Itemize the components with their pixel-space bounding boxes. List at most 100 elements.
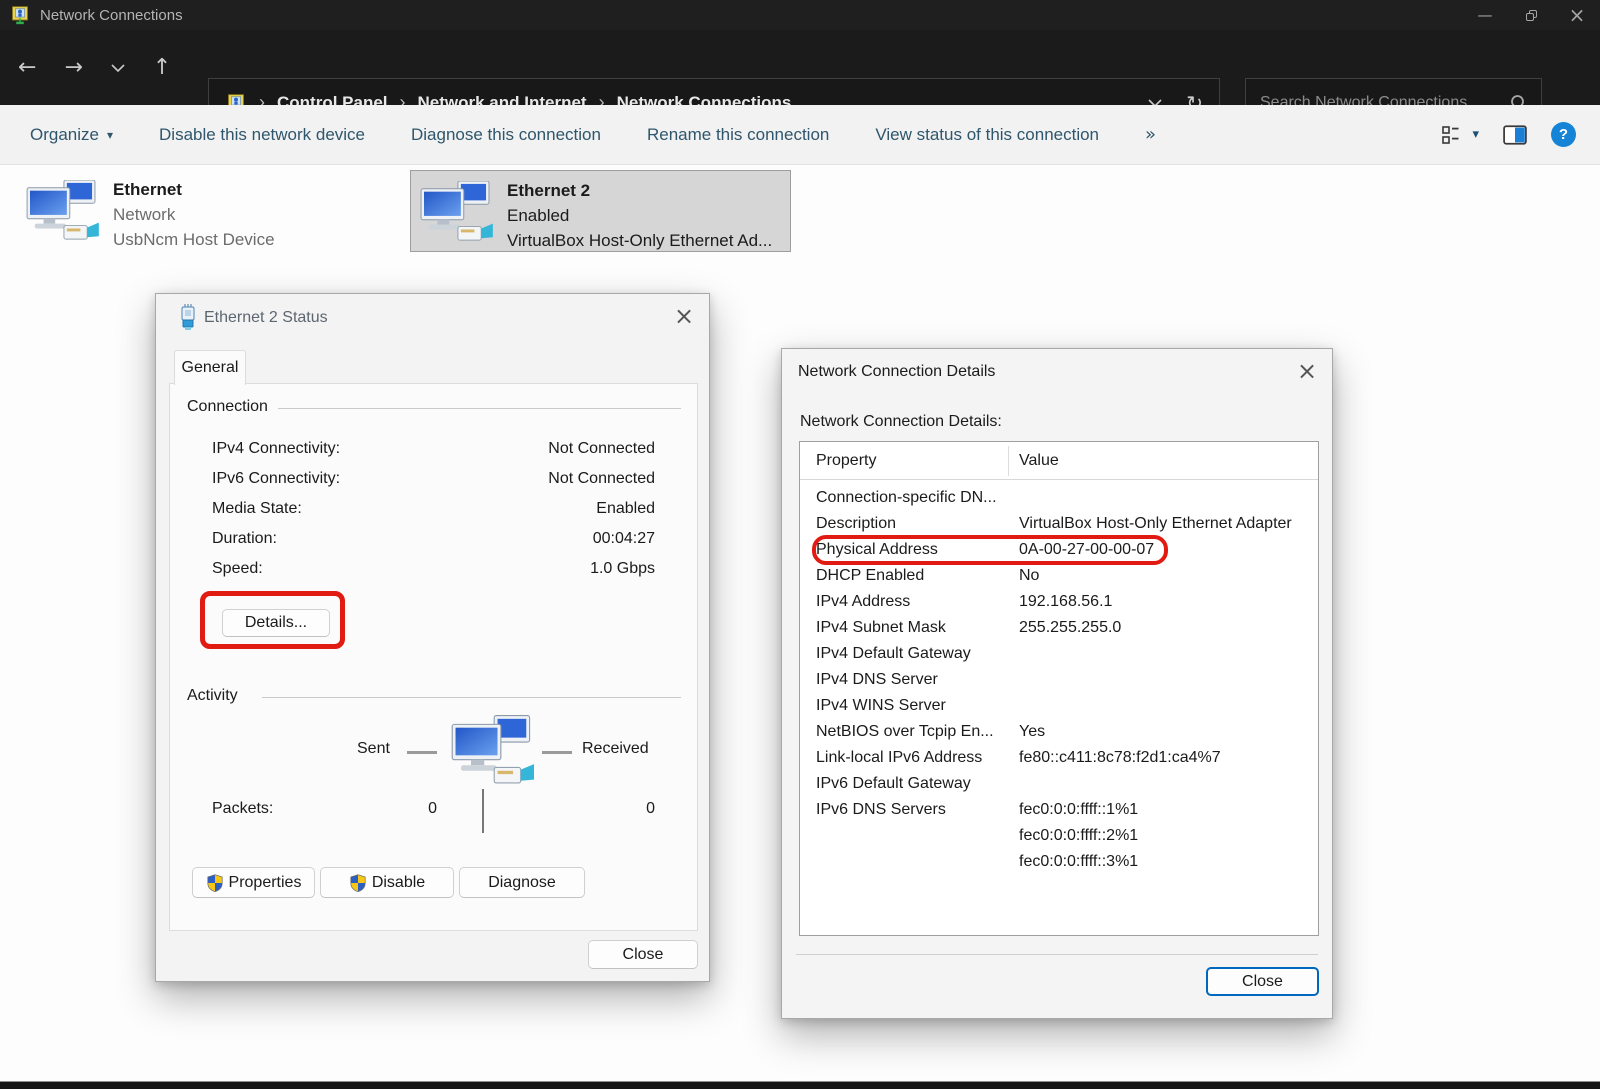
preview-pane-icon[interactable] [1503,125,1527,145]
view-list-icon [1442,126,1462,144]
diagnose-connection-button[interactable]: Diagnose this connection [411,125,601,145]
activity-network-icon [450,715,534,789]
table-row: NetBIOS over Tcpip En...Yes [800,719,1318,745]
network-adapter-icon [25,180,99,244]
connection-device: VirtualBox Host-Only Ethernet Ad... [507,228,772,253]
command-toolbar: Organize ▾ Disable this network device D… [0,105,1600,165]
table-row: Link-local IPv6 Addressfe80::c411:8c78:f… [800,745,1318,771]
connection-name: Ethernet 2 [507,178,772,203]
connection-status: Network [113,202,275,227]
rename-connection-button[interactable]: Rename this connection [647,125,829,145]
row-value: Not Connected [548,470,655,488]
row-value: Not Connected [548,440,655,458]
bottom-edge [0,1081,1600,1089]
packets-sent-value: 0 [370,800,437,818]
footer-divider [796,954,1318,955]
window-controls: — × [1462,0,1600,30]
connection-item-ethernet[interactable]: Ethernet Network UsbNcm Host Device [25,170,387,252]
chevron-down-icon: ▾ [107,128,113,142]
table-row-physical-address: Physical Address0A-00-27-00-00-07 [800,537,1318,563]
uac-shield-icon [206,874,224,892]
row-label: IPv4 Connectivity: [212,440,340,458]
properties-button[interactable]: Properties [192,867,315,898]
column-divider [1008,446,1009,476]
packets-divider [482,789,484,833]
table-header: Property Value [800,442,1318,480]
details-list-label: Network Connection Details: [800,413,1002,431]
connection-name: Ethernet [113,177,275,202]
toolbar-overflow-chevron[interactable]: » [1145,124,1156,145]
sent-label: Sent [357,740,390,758]
status-row: Speed: 1.0 Gbps [212,554,655,584]
details-close-button[interactable]: Close [1206,967,1319,996]
status-row: IPv6 Connectivity: Not Connected [212,464,655,494]
back-button[interactable]: ← [18,57,36,79]
table-row: DescriptionVirtualBox Host-Only Ethernet… [800,511,1318,537]
dialog-title: Ethernet 2 Status [204,309,328,327]
row-value: 1.0 Gbps [590,560,655,578]
ethernet2-status-dialog: Ethernet 2 Status × General Connection I… [155,293,710,982]
row-label: IPv6 Connectivity: [212,470,340,488]
restore-icon [1526,10,1537,21]
packets-label: Packets: [212,800,273,818]
row-value: 00:04:27 [593,530,655,548]
disable-network-device-button[interactable]: Disable this network device [159,125,365,145]
app-icon [10,5,30,25]
status-row: Duration: 00:04:27 [212,524,655,554]
table-row: IPv4 Subnet Mask255.255.255.0 [800,615,1318,641]
chevron-down-icon: ▾ [1472,127,1479,142]
table-row: IPv4 Default Gateway [800,641,1318,667]
diagnose-button[interactable]: Diagnose [459,867,585,898]
row-label: Speed: [212,560,263,578]
address-bar-row: ← → ↑ › Control Panel › Network and Inte… [0,30,1600,105]
activity-group-label: Activity [187,687,238,705]
uac-shield-icon [349,874,367,892]
table-row: IPv4 Address192.168.56.1 [800,589,1318,615]
tab-general[interactable]: General [174,350,246,385]
ethernet-plug-icon [180,304,196,331]
table-row: IPv6 Default Gateway [800,771,1318,797]
network-adapter-icon [419,181,493,245]
table-body: Connection-specific DN... DescriptionVir… [800,480,1318,875]
up-button[interactable]: ↑ [153,57,171,79]
table-row: IPv6 DNS Serversfec0:0:0:ffff::1%1 [800,797,1318,823]
close-icon[interactable]: × [674,304,694,328]
minimize-button[interactable]: — [1462,0,1508,30]
details-button[interactable]: Details... [222,609,330,637]
network-connection-details-dialog: Network Connection Details × Network Con… [781,348,1333,1019]
forward-button[interactable]: → [64,57,82,79]
row-label: Duration: [212,530,277,548]
close-window-button[interactable]: × [1554,0,1600,30]
network-connections-window: Network Connections — × ← → ↑ › Control … [0,0,1600,1089]
details-table: Property Value Connection-specific DN...… [799,441,1319,936]
column-value[interactable]: Value [1019,452,1059,470]
table-row: fec0:0:0:ffff::2%1 [800,823,1318,849]
received-label: Received [582,740,649,758]
group-divider [278,408,681,409]
row-value: Enabled [596,500,655,518]
general-tab-panel: Connection IPv4 Connectivity: Not Connec… [169,383,698,931]
connection-group-label: Connection [187,398,268,416]
connection-status: Enabled [507,203,772,228]
recent-pages-chevron[interactable] [111,64,125,72]
connection-item-ethernet2[interactable]: Ethernet 2 Enabled VirtualBox Host-Only … [410,170,791,252]
change-view-button[interactable]: ▾ [1442,126,1479,144]
row-label: Media State: [212,500,302,518]
dialog-title: Network Connection Details [798,363,995,381]
table-row: Connection-specific DN... [800,485,1318,511]
status-close-button[interactable]: Close [588,940,698,969]
restore-button[interactable] [1508,0,1554,30]
column-property[interactable]: Property [816,452,876,470]
table-row: IPv4 WINS Server [800,693,1318,719]
organize-menu[interactable]: Organize ▾ [30,125,113,145]
divider [407,751,437,754]
window-title: Network Connections [40,7,183,24]
window-titlebar: Network Connections — × [0,0,1600,30]
disable-button[interactable]: Disable [320,867,454,898]
divider [542,751,572,754]
close-icon[interactable]: × [1297,359,1317,383]
packets-received-value: 0 [588,800,655,818]
help-icon[interactable]: ? [1551,122,1576,147]
table-row: IPv4 DNS Server [800,667,1318,693]
view-status-button[interactable]: View status of this connection [875,125,1099,145]
